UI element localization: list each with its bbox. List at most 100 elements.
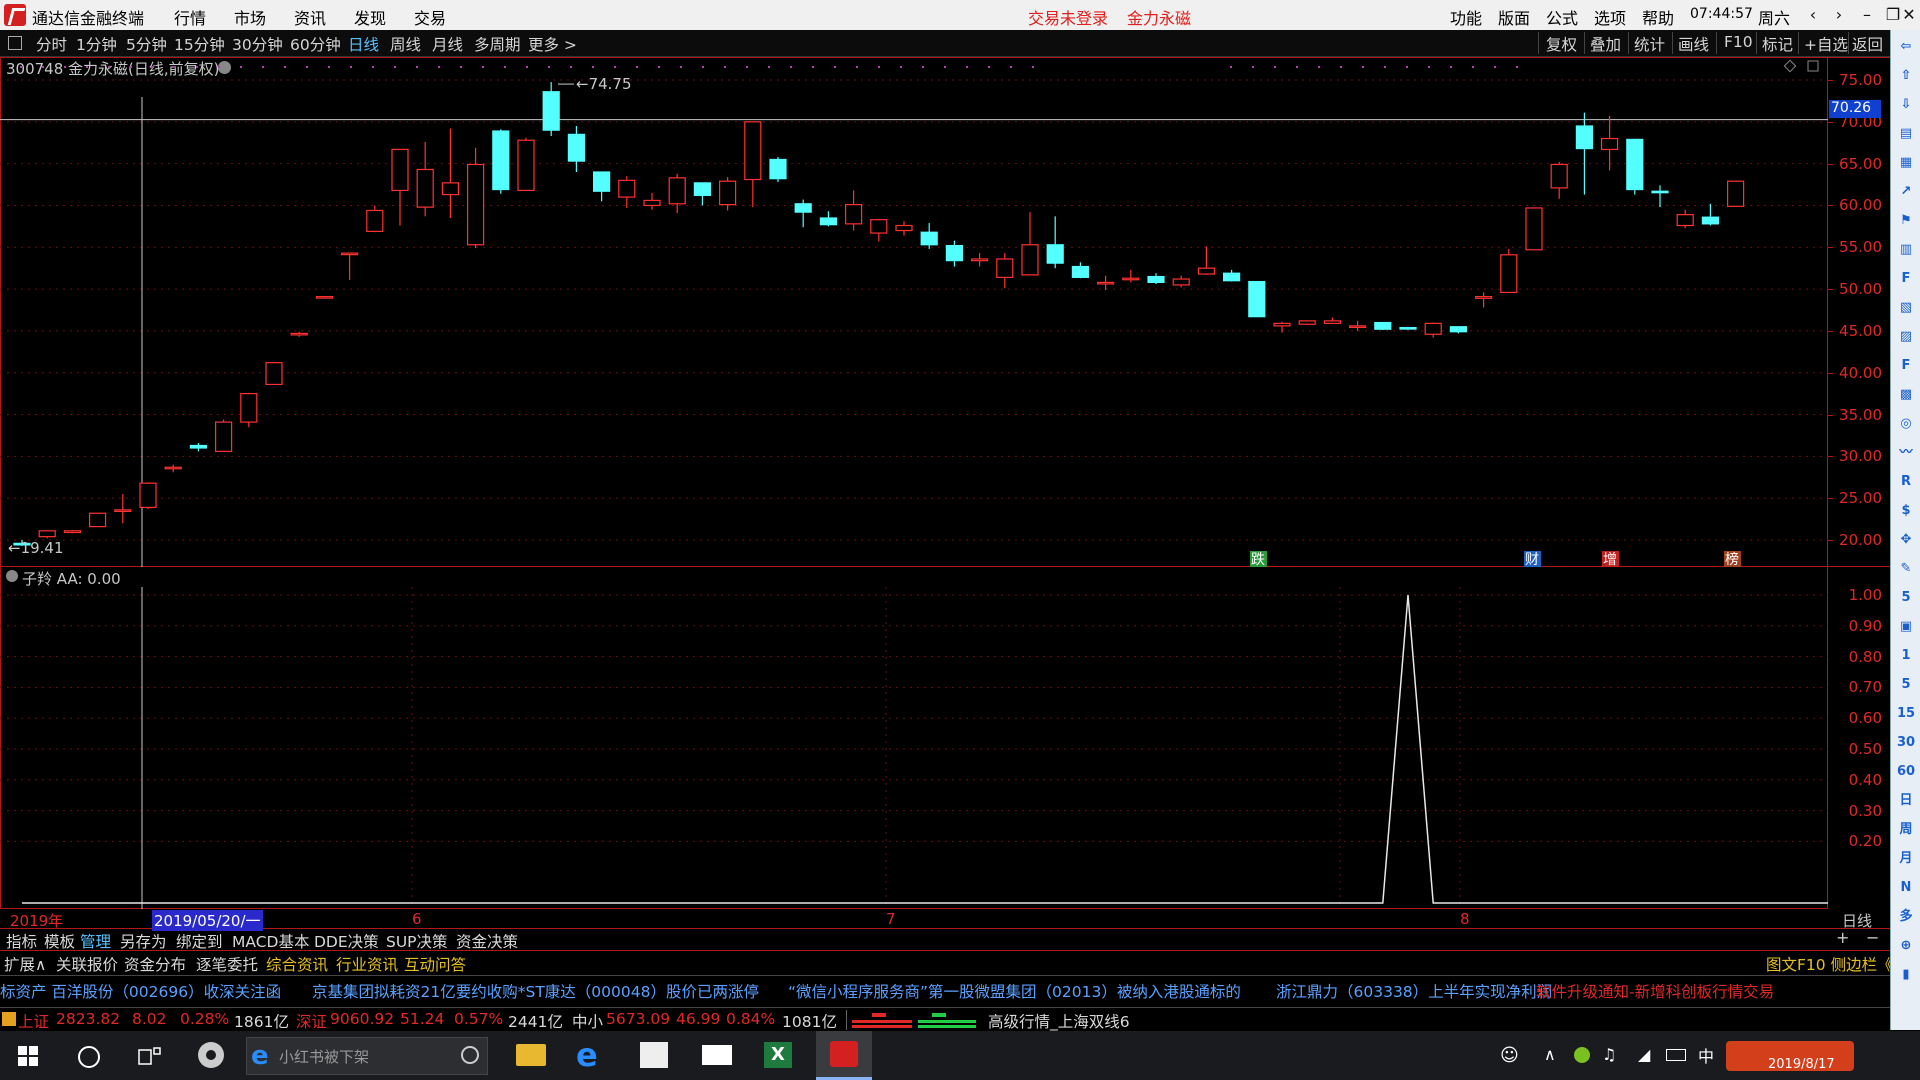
candle-body[interactable] [920, 231, 938, 246]
sidebar-tool-icon[interactable]: 〰 [1894, 442, 1918, 464]
sidebar-tool-icon[interactable]: ⚑ [1894, 210, 1918, 232]
candle-body[interactable] [1525, 207, 1543, 251]
candle-body[interactable] [592, 171, 611, 192]
period-timeshare[interactable]: 分时 [36, 33, 67, 55]
forward-arrow-icon[interactable]: › [1824, 3, 1854, 27]
candle-body[interactable] [567, 133, 586, 162]
volume-icon[interactable]: ♫ [1602, 1045, 1616, 1064]
zoom-in-icon[interactable]: + [1836, 928, 1849, 947]
sidebar-tool-icon[interactable]: F [1894, 355, 1918, 377]
info-tab[interactable]: 综合资讯 [266, 953, 328, 975]
candle-body[interactable] [1222, 272, 1241, 282]
info-tab[interactable]: 互动问答 [404, 953, 466, 975]
menu-formula[interactable]: 公式 [1546, 5, 1578, 29]
sidebar-tool-icon[interactable]: ▮ [1894, 964, 1918, 986]
sidebar-tool-icon[interactable]: ⇦ [1894, 36, 1918, 58]
sidebar-tool-icon[interactable]: 60 [1894, 761, 1918, 783]
candle-body[interactable] [215, 421, 233, 452]
candle-body[interactable] [1500, 254, 1518, 294]
sidebar-tool-icon[interactable]: ▥ [1894, 239, 1918, 261]
ime-indicator[interactable]: 中 [1698, 1043, 1714, 1067]
tab-sup[interactable]: SUP决策 [386, 930, 448, 952]
btn-fuquan[interactable]: 复权 [1546, 33, 1577, 55]
sh-index-name[interactable]: 上证 [18, 1010, 49, 1032]
candle-body[interactable] [693, 182, 712, 197]
battery-icon[interactable] [1666, 1049, 1686, 1061]
sidebar-tool-icon[interactable]: 周 [1894, 819, 1918, 841]
sidebar-tool-icon[interactable]: 多 [1894, 906, 1918, 928]
candle-body[interactable] [492, 130, 510, 191]
sidebar-tool-icon[interactable]: ⊕ [1894, 935, 1918, 957]
candle-body[interactable] [668, 177, 686, 205]
candle-body[interactable] [1626, 138, 1644, 191]
period-1min[interactable]: 1分钟 [76, 33, 117, 55]
sidebar-tool-icon[interactable]: ↗ [1894, 181, 1918, 203]
edge-browser-icon[interactable]: e [576, 1036, 598, 1074]
news-item[interactable]: 软件升级通知-新增科创板行情交易 [1536, 980, 1774, 1002]
sz-index-name[interactable]: 深证 [296, 1010, 327, 1032]
info-tab[interactable]: 扩展∧ [4, 953, 46, 975]
btn-draw[interactable]: 画线 [1678, 33, 1709, 55]
period-15min[interactable]: 15分钟 [174, 33, 225, 55]
candle-body[interactable] [391, 148, 409, 192]
candle-body[interactable] [1021, 244, 1039, 276]
btn-add-watchlist[interactable]: +自选 [1804, 33, 1848, 55]
period-5min[interactable]: 5分钟 [126, 33, 167, 55]
candle-body[interactable] [1323, 320, 1342, 324]
candle-body[interactable] [1248, 280, 1266, 318]
candle-body[interactable] [1701, 216, 1720, 225]
candle-body[interactable] [88, 512, 107, 528]
candle-body[interactable] [38, 530, 56, 538]
btn-f10[interactable]: F10 [1724, 33, 1753, 51]
sidebar-tool-icon[interactable]: 1 [1894, 645, 1918, 667]
period-monthly[interactable]: 月线 [432, 33, 463, 55]
candle-body[interactable] [164, 466, 182, 470]
info-tab[interactable]: 行业资讯 [336, 953, 398, 975]
tab-template[interactable]: 模板 [44, 930, 75, 952]
menu-layout[interactable]: 版面 [1498, 5, 1530, 29]
candle-body[interactable] [643, 199, 661, 207]
diamond-icon[interactable] [1783, 59, 1797, 73]
candle-body[interactable] [1172, 278, 1190, 286]
sidebar-tool-icon[interactable]: R [1894, 471, 1918, 493]
btn-overlay[interactable]: 叠加 [1590, 33, 1621, 55]
sidebar-tool-icon[interactable]: 5 [1894, 674, 1918, 696]
candle-body[interactable] [1298, 320, 1316, 325]
sidebar-tool-icon[interactable]: ▣ [1894, 616, 1918, 638]
candle-body[interactable] [945, 245, 964, 262]
menu-market[interactable]: 市场 [234, 5, 266, 29]
tray-expand-icon[interactable]: ∧ [1544, 1045, 1556, 1064]
menu-quote[interactable]: 行情 [174, 5, 206, 29]
menu-trade[interactable]: 交易 [414, 5, 446, 29]
news-item[interactable]: 浙江鼎力（603338）上半年实现净利润 [1276, 980, 1552, 1002]
candle-body[interactable] [366, 209, 384, 232]
task-view-icon[interactable] [138, 1046, 162, 1066]
sidebar-tool-icon[interactable]: ⇧ [1894, 65, 1918, 87]
candle-body[interactable] [240, 393, 258, 423]
server-name[interactable]: 高级行情_上海双线6 [988, 1010, 1130, 1032]
sidebar-tool-icon[interactable]: 30 [1894, 732, 1918, 754]
candle-body[interactable] [618, 179, 636, 198]
tab-bind-to[interactable]: 绑定到 [176, 930, 223, 952]
candle-body[interactable] [315, 296, 333, 299]
cortana-icon[interactable] [78, 1046, 100, 1068]
news-item[interactable]: “微信小程序服务商”第一股微盟集团（02013）被纳入港股通标的 [788, 980, 1241, 1002]
sidebar-tool-icon[interactable]: ▤ [1894, 123, 1918, 145]
btn-stats[interactable]: 统计 [1634, 33, 1665, 55]
period-30min[interactable]: 30分钟 [232, 33, 283, 55]
menu-options[interactable]: 选项 [1594, 5, 1626, 29]
menu-help[interactable]: 帮助 [1642, 5, 1674, 29]
period-multi[interactable]: 多周期 [474, 33, 521, 55]
close-icon[interactable]: ✕ [1898, 3, 1920, 27]
sidebar-tool-icon[interactable]: ▦ [1894, 152, 1918, 174]
candle-body[interactable] [189, 444, 207, 449]
candle-body[interactable] [416, 168, 434, 208]
tab-save-as[interactable]: 另存为 [120, 930, 167, 952]
mail-icon[interactable] [702, 1045, 732, 1065]
candle-body[interactable] [1399, 326, 1417, 330]
candle-body[interactable] [1122, 277, 1140, 281]
tdx-taskbar-button[interactable] [816, 1031, 872, 1080]
candle-body[interactable] [718, 180, 737, 206]
sidebar-tool-icon[interactable]: F [1894, 268, 1918, 290]
sidebar-tool-icon[interactable]: ✎ [1894, 558, 1918, 580]
